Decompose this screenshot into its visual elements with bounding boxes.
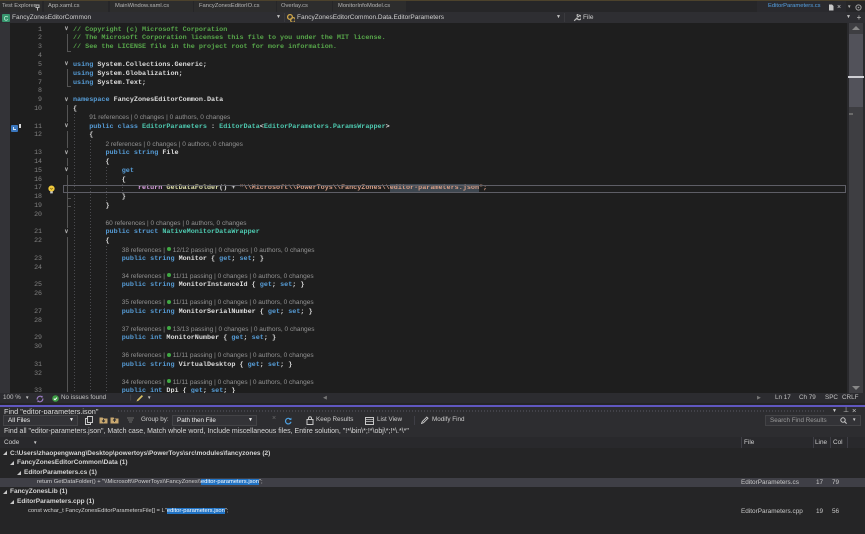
svg-text:C: C bbox=[4, 17, 9, 23]
